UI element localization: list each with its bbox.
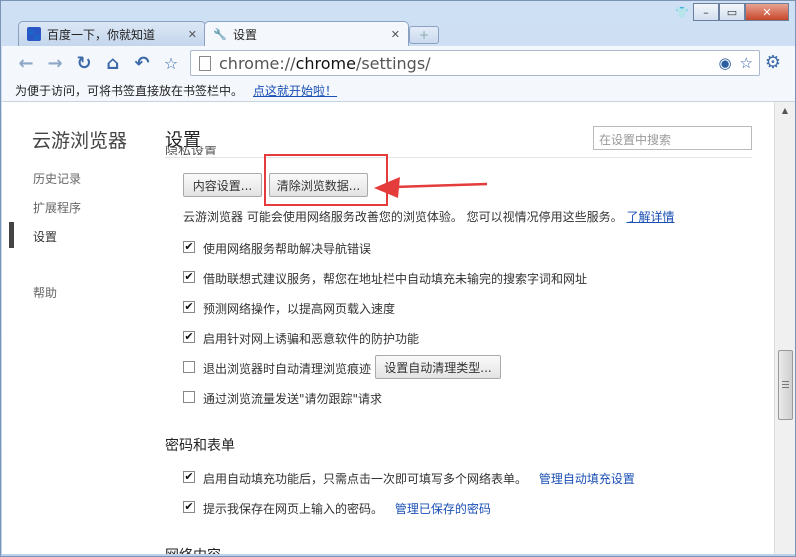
skin-icon[interactable]: 👕 — [671, 3, 693, 21]
sidebar-item-extensions[interactable]: 扩展程序 — [33, 199, 81, 216]
option-label: 退出浏览器时自动清理浏览痕迹 — [203, 362, 372, 376]
tab-baidu[interactable]: 🐾 百度一下，你就知道 ✕ — [18, 21, 206, 46]
auto-clean-settings-button[interactable]: 设置自动清理类型... — [375, 355, 501, 379]
tab-label: 百度一下，你就知道 — [47, 27, 156, 42]
brand-title: 云游浏览器 — [32, 130, 128, 152]
checkbox-save-passwords[interactable]: ✔ — [183, 501, 195, 513]
checkbox-do-not-track[interactable] — [183, 391, 195, 403]
settings-page: 云游浏览器 历史记录 扩展程序 设置 帮助 设置 在设置中搜索 隐私设置 内容设… — [2, 102, 774, 554]
privacy-desc-text: 云游浏览器 可能会使用网络服务改善您的浏览体验。 您可以视情况停用这些服务。 — [183, 210, 623, 224]
new-tab-button[interactable]: + — [409, 26, 439, 44]
tab-settings[interactable]: 🔧 设置 ✕ — [204, 21, 409, 47]
bookmark-bar: 为便于访问，可将书签直接放在书签栏中。 点这就开始啦！ — [2, 80, 795, 102]
checkbox-autofill[interactable]: ✔ — [183, 471, 195, 483]
save-password-option: 提示我保存在网页上输入的密码。 管理已保存的密码 — [203, 500, 491, 517]
sidebar-item-help[interactable]: 帮助 — [33, 284, 57, 301]
toolbar: ← → ↻ ⌂ ↶ ☆ chrome://chrome/settings/ ◉ … — [2, 46, 795, 80]
manage-passwords-link[interactable]: 管理已保存的密码 — [395, 502, 491, 516]
url-host: chrome — [295, 53, 356, 73]
reload-icon[interactable]: ↻ — [73, 52, 95, 74]
content-settings-button[interactable]: 内容设置... — [183, 173, 262, 197]
section-title-web-content: 网络内容 — [165, 545, 221, 554]
autofill-option: 启用自动填充功能后，只需点击一次即可填写多个网络表单。 管理自动填充设置 — [203, 470, 635, 487]
url-scheme: chrome:// — [219, 53, 296, 73]
option-label: 启用针对网上诱骗和恶意软件的防护功能 — [203, 332, 420, 346]
header-divider — [165, 157, 752, 158]
undo-icon[interactable]: ↶ — [131, 52, 153, 74]
privacy-description: 云游浏览器 可能会使用网络服务改善您的浏览体验。 您可以视情况停用这些服务。 了… — [183, 208, 674, 225]
bookmark-star-icon[interactable]: ☆ — [740, 54, 753, 72]
save-password-text: 提示我保存在网页上输入的密码。 — [203, 502, 384, 516]
sidebar-item-settings[interactable]: 设置 — [33, 228, 57, 245]
option-label: 使用网络服务帮助解决导航错误 — [203, 242, 372, 256]
search-input[interactable]: 在设置中搜索 — [593, 126, 752, 150]
tab-label: 设置 — [233, 28, 258, 42]
annotation-arrow — [374, 177, 488, 198]
scroll-thumb[interactable] — [778, 350, 793, 420]
manage-autofill-link[interactable]: 管理自动填充设置 — [539, 472, 635, 486]
close-window-button[interactable]: ✕ — [745, 3, 789, 21]
star-icon[interactable]: ☆ — [160, 52, 182, 74]
tab-close-icon[interactable]: ✕ — [391, 28, 400, 41]
learn-more-link[interactable]: 了解详情 — [626, 210, 674, 224]
forward-icon[interactable]: → — [44, 52, 66, 74]
url-path: /settings/ — [355, 53, 431, 73]
sidebar-selection-marker — [9, 222, 14, 248]
browser-logo-icon[interactable]: ◉ — [718, 54, 731, 72]
sidebar-item-history[interactable]: 历史记录 — [33, 170, 81, 187]
checkbox-nav-errors[interactable]: ✔ — [183, 241, 195, 253]
section-title-privacy: 隐私设置 — [165, 146, 218, 155]
checkbox-suggestions[interactable]: ✔ — [183, 271, 195, 283]
wrench-icon: 🔧 — [213, 28, 227, 41]
autofill-text: 启用自动填充功能后，只需点击一次即可填写多个网络表单。 — [203, 472, 528, 486]
address-bar[interactable]: chrome://chrome/settings/ ◉ ☆ — [190, 50, 760, 76]
browser-window: 👕 – ▭ ✕ 🐾 百度一下，你就知道 ✕ 🔧 设置 ✕ + ← → ↻ ⌂ ↶… — [0, 0, 796, 557]
page-icon — [199, 55, 211, 71]
settings-gear-icon[interactable]: ⚙ — [765, 52, 781, 73]
window-controls: 👕 – ▭ ✕ — [671, 3, 789, 21]
section-title-passwords: 密码和表单 — [165, 438, 235, 454]
checkbox-phishing-protection[interactable]: ✔ — [183, 331, 195, 343]
maximize-button[interactable]: ▭ — [719, 3, 745, 21]
home-icon[interactable]: ⌂ — [102, 52, 124, 74]
scroll-up-icon[interactable]: ▲ — [775, 102, 795, 118]
scrollbar[interactable]: ▲ — [774, 102, 795, 554]
bookmark-start-link[interactable]: 点这就开始啦！ — [253, 82, 337, 99]
bookmark-hint: 为便于访问，可将书签直接放在书签栏中。 — [15, 84, 244, 98]
tab-close-icon[interactable]: ✕ — [188, 28, 197, 41]
back-icon[interactable]: ← — [15, 52, 37, 74]
minimize-button[interactable]: – — [693, 3, 719, 21]
paw-icon: 🐾 — [27, 27, 41, 41]
option-label: 借助联想式建议服务，帮您在地址栏中自动填充未输完的搜索字词和网址 — [203, 272, 588, 286]
checkbox-auto-clean[interactable] — [183, 361, 195, 373]
option-label: 通过浏览流量发送"请勿跟踪"请求 — [203, 392, 383, 406]
option-label: 预测网络操作，以提高网页载入速度 — [203, 302, 396, 316]
annotation-highlight-box — [264, 154, 388, 206]
checkbox-prefetch[interactable]: ✔ — [183, 301, 195, 313]
